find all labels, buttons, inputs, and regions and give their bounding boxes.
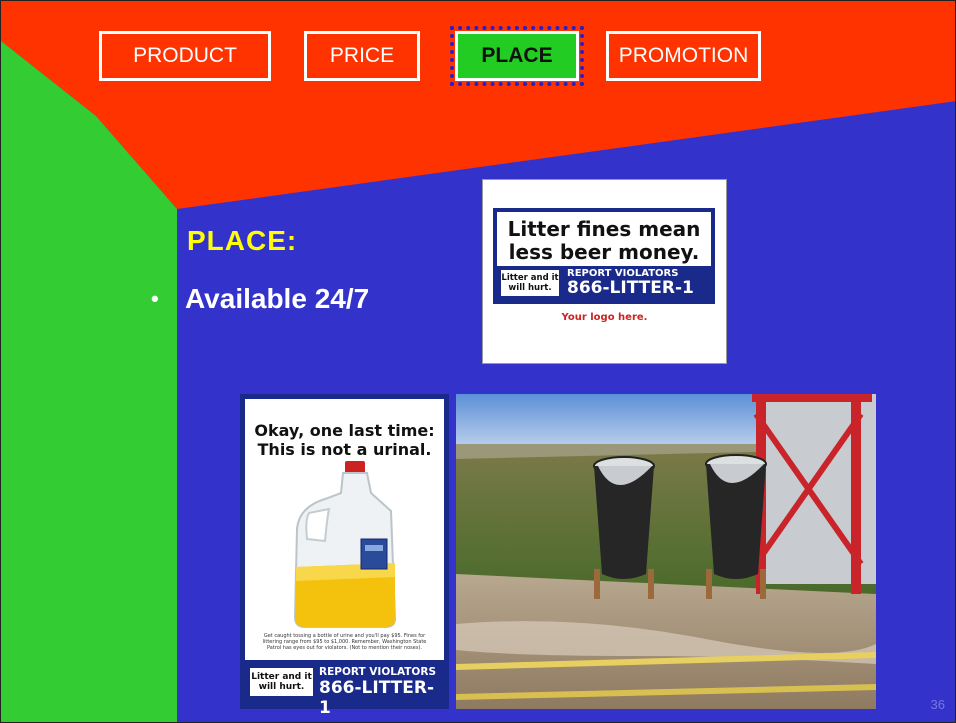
poster-fine-print: Get caught tossing a bottle of urine and… <box>262 633 427 651</box>
urinal-poster-image: Okay, one last time: This is not a urina… <box>240 394 449 718</box>
bullet-text: Available 24/7 <box>185 283 370 314</box>
poster-headline: Okay, one last time: This is not a urina… <box>254 421 435 459</box>
photo-scene <box>456 394 876 709</box>
tab-place[interactable]: PLACE <box>450 26 584 86</box>
section-heading: PLACE: <box>187 225 298 256</box>
slide: PRODUCT PRICE PLACE PROMOTION PLACE: • A… <box>0 0 956 723</box>
tab-price[interactable]: PRICE <box>304 31 420 81</box>
milk-jug-icon <box>293 461 397 628</box>
slide-number: 36 <box>930 697 945 712</box>
poster-report-text: REPORT VIOLATORS <box>319 666 437 678</box>
ad-headline: Litter fines mean less beer money. <box>507 217 701 264</box>
trash-cans-photo <box>456 394 876 709</box>
litter-ad-image: Litter fines mean less beer money. Litte… <box>482 179 727 364</box>
ad-frame: Litter fines mean less beer money. Litte… <box>493 208 715 304</box>
tab-promotion[interactable]: PROMOTION <box>606 31 761 81</box>
ad-phone: 866-LITTER-1 <box>567 278 694 298</box>
tab-product[interactable]: PRODUCT <box>99 31 271 81</box>
ad-footer-bar: Litter and it will hurt. REPORT VIOLATOR… <box>497 266 711 300</box>
poster-footer-bar: Litter and it will hurt. REPORT VIOLATOR… <box>245 660 444 718</box>
ad-logo-text: Your logo here. <box>561 312 648 323</box>
bullet-icon: • <box>151 286 159 311</box>
ad-slogan: Litter and it will hurt. <box>501 270 559 296</box>
poster-phone: 866-LITTER-1 <box>319 678 435 718</box>
bullet-item: • Available 24/7 <box>151 283 369 315</box>
poster-slogan: Litter and it will hurt. <box>250 668 313 696</box>
